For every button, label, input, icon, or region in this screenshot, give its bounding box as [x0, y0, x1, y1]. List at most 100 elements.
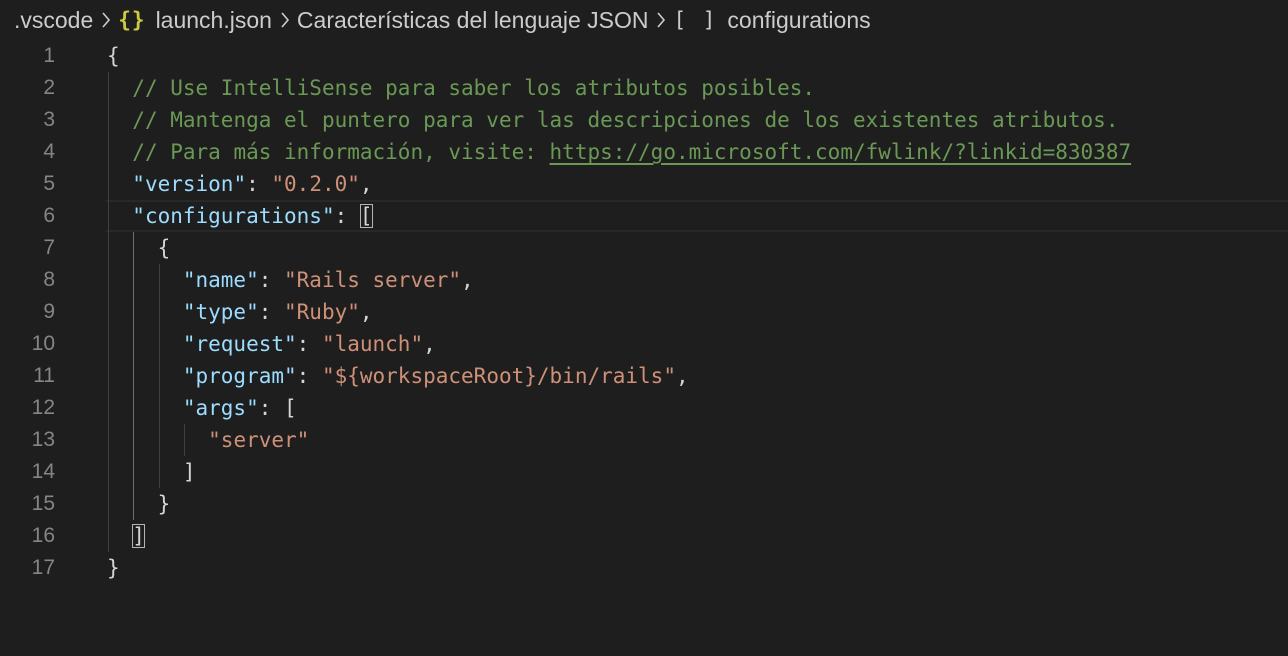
line-number: 2 — [43, 76, 55, 99]
line-number: 11 — [33, 364, 55, 387]
punctuation: , — [461, 268, 474, 292]
array-brackets-icon: [ ] — [673, 8, 718, 32]
code-text: "version": "0.2.0", — [107, 168, 373, 200]
breadcrumb-item-json-features[interactable]: Características del lenguaje JSON — [297, 7, 649, 34]
line-number: 6 — [43, 204, 55, 227]
breadcrumb-item-label: launch.json — [155, 6, 272, 33]
code-line[interactable]: 6 "configurations": [ — [0, 200, 1288, 232]
line-number: 8 — [43, 268, 55, 291]
code-text: ] — [107, 520, 145, 552]
code-text: "name": "Rails server", — [107, 264, 474, 296]
punctuation: : [ — [258, 396, 297, 420]
punctuation: } — [107, 556, 120, 580]
punctuation: : — [334, 204, 360, 228]
code-text: "program": "${workspaceRoot}/bin/rails", — [107, 360, 689, 392]
code-editor[interactable]: 1{2 // Use IntelliSense para saber los a… — [0, 40, 1288, 656]
indent-guide — [184, 424, 185, 456]
code-line[interactable]: 5 "version": "0.2.0", — [0, 168, 1288, 200]
punctuation: , — [359, 300, 373, 324]
json-string: "Ruby" — [284, 300, 360, 324]
code-text: "server" — [107, 424, 309, 456]
punctuation: : — [246, 172, 272, 196]
code-line[interactable]: 9 "type": "Ruby", — [0, 296, 1288, 328]
json-key: "version" — [132, 172, 247, 196]
code-line[interactable]: 7 { — [0, 232, 1288, 264]
breadcrumb-item-label: .vscode — [14, 6, 94, 33]
comment: // Para más información, visite: — [132, 140, 550, 164]
code-text: { — [107, 40, 120, 72]
code-line[interactable]: 3 // Mantenga el puntero para ver las de… — [0, 104, 1288, 136]
code-text: // Para más información, visite: https:/… — [107, 136, 1131, 168]
json-string: "${workspaceRoot}/bin/rails" — [321, 364, 676, 388]
json-key: "request" — [182, 332, 297, 356]
indent-guide — [133, 232, 134, 520]
code-text: "configurations": [ — [107, 200, 373, 232]
line-number: 7 — [43, 236, 55, 259]
comment: // Mantenga el puntero para ver las desc… — [132, 108, 1119, 132]
indent-guide — [159, 264, 160, 488]
json-key: "args" — [182, 396, 259, 420]
punctuation: : — [296, 364, 322, 388]
punctuation: , — [675, 364, 689, 388]
code-text: } — [107, 552, 120, 584]
code-text: "args": [ — [107, 392, 297, 424]
code-text: "request": "launch", — [107, 328, 436, 360]
line-number: 3 — [43, 108, 55, 131]
punctuation: : — [258, 300, 285, 324]
code-line[interactable]: 2 // Use IntelliSense para saber los atr… — [0, 72, 1288, 104]
json-string: "0.2.0" — [271, 172, 360, 196]
breadcrumb-item-launch-json[interactable]: {} launch.json — [118, 7, 272, 34]
line-number: 5 — [43, 172, 55, 195]
json-key: "type" — [182, 300, 259, 324]
line-number: 12 — [31, 396, 55, 419]
chevron-right-icon — [280, 12, 290, 28]
punctuation: { — [157, 236, 171, 260]
line-number: 17 — [31, 556, 55, 579]
code-text: // Mantenga el puntero para ver las desc… — [107, 104, 1118, 136]
code-line[interactable]: 12 "args": [ — [0, 392, 1288, 424]
code-text: ] — [107, 456, 196, 488]
code-line[interactable]: 15 } — [0, 488, 1288, 520]
code-line[interactable]: 13 "server" — [0, 424, 1288, 456]
line-number: 1 — [43, 44, 55, 67]
code-line[interactable]: 4 // Para más información, visite: https… — [0, 136, 1288, 168]
line-number: 9 — [43, 300, 55, 323]
json-string: "server" — [208, 428, 310, 452]
comment-link[interactable]: https://go.microsoft.com/fwlink/?linkid=… — [550, 140, 1132, 164]
json-key: "configurations" — [132, 204, 335, 228]
json-braces-icon: {} — [118, 8, 146, 32]
punctuation: : — [258, 268, 285, 292]
breadcrumb-item-vscode[interactable]: .vscode — [14, 7, 93, 34]
punctuation: { — [107, 44, 120, 68]
code-line[interactable]: 1{ — [0, 40, 1288, 72]
code-text: "type": "Ruby", — [107, 296, 373, 328]
indent-guide — [108, 72, 109, 552]
matched-bracket: ] — [132, 524, 145, 548]
code-line[interactable]: 17} — [0, 552, 1288, 584]
breadcrumb: .vscode {} launch.json Características d… — [14, 0, 871, 40]
breadcrumb-item-configurations[interactable]: [ ] configurations — [673, 7, 870, 34]
punctuation: } — [157, 492, 171, 516]
punctuation: , — [359, 172, 373, 196]
line-number: 4 — [43, 140, 55, 163]
line-number: 16 — [31, 524, 55, 547]
line-number: 14 — [31, 460, 55, 483]
code-line[interactable]: 14 ] — [0, 456, 1288, 488]
code-line[interactable]: 8 "name": "Rails server", — [0, 264, 1288, 296]
breadcrumb-item-label: Características del lenguaje JSON — [296, 6, 649, 33]
code-line[interactable]: 10 "request": "launch", — [0, 328, 1288, 360]
code-line[interactable]: 11 "program": "${workspaceRoot}/bin/rail… — [0, 360, 1288, 392]
line-number: 15 — [31, 492, 55, 515]
comment: // Use IntelliSense para saber los atrib… — [132, 76, 816, 100]
code-text: { — [107, 232, 171, 264]
code-line[interactable]: 16 ] — [0, 520, 1288, 552]
